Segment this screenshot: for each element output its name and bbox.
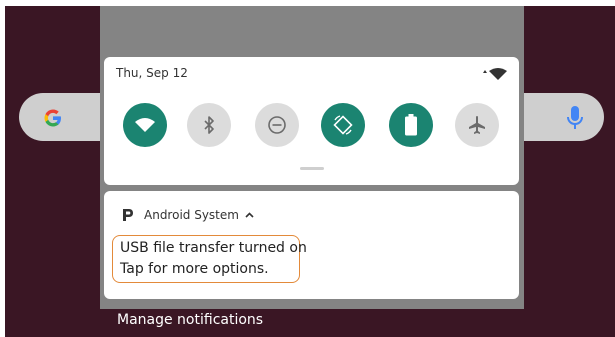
notification-header[interactable]: Android System [122, 206, 254, 224]
notification-title: USB file transfer turned on [120, 240, 307, 256]
drag-handle[interactable] [300, 167, 324, 170]
status-icons [483, 68, 507, 80]
wifi-icon [489, 68, 507, 80]
do-not-disturb-icon [268, 116, 286, 134]
google-g-logo[interactable] [40, 105, 66, 131]
battery-icon [405, 114, 417, 136]
mic-icon[interactable] [566, 104, 584, 132]
auto-rotate-tile[interactable] [321, 103, 365, 147]
notification-content[interactable]: USB file transfer turned on Tap for more… [112, 235, 307, 283]
android-system-icon [123, 209, 133, 221]
date-label: Thu, Sep 12 [116, 66, 188, 80]
signal-indicator-icon [483, 70, 487, 73]
do-not-disturb-tile[interactable] [255, 103, 299, 147]
auto-rotate-icon [333, 115, 353, 135]
airplane-mode-tile[interactable] [455, 103, 499, 147]
manage-notifications-button[interactable]: Manage notifications [117, 312, 263, 328]
wifi-icon [135, 118, 155, 132]
wifi-tile[interactable] [123, 103, 167, 147]
bluetooth-tile[interactable] [187, 103, 231, 147]
app-name: Android System [144, 208, 239, 222]
quick-settings-panel: Thu, Sep 12 [104, 57, 519, 185]
battery-saver-tile[interactable] [389, 103, 433, 147]
notification-card[interactable]: Android System USB file transfer turned … [104, 191, 519, 299]
notification-text: Tap for more options. [120, 261, 269, 277]
chevron-up-icon[interactable] [245, 212, 254, 218]
bluetooth-icon [204, 116, 214, 134]
airplane-icon [469, 116, 485, 134]
